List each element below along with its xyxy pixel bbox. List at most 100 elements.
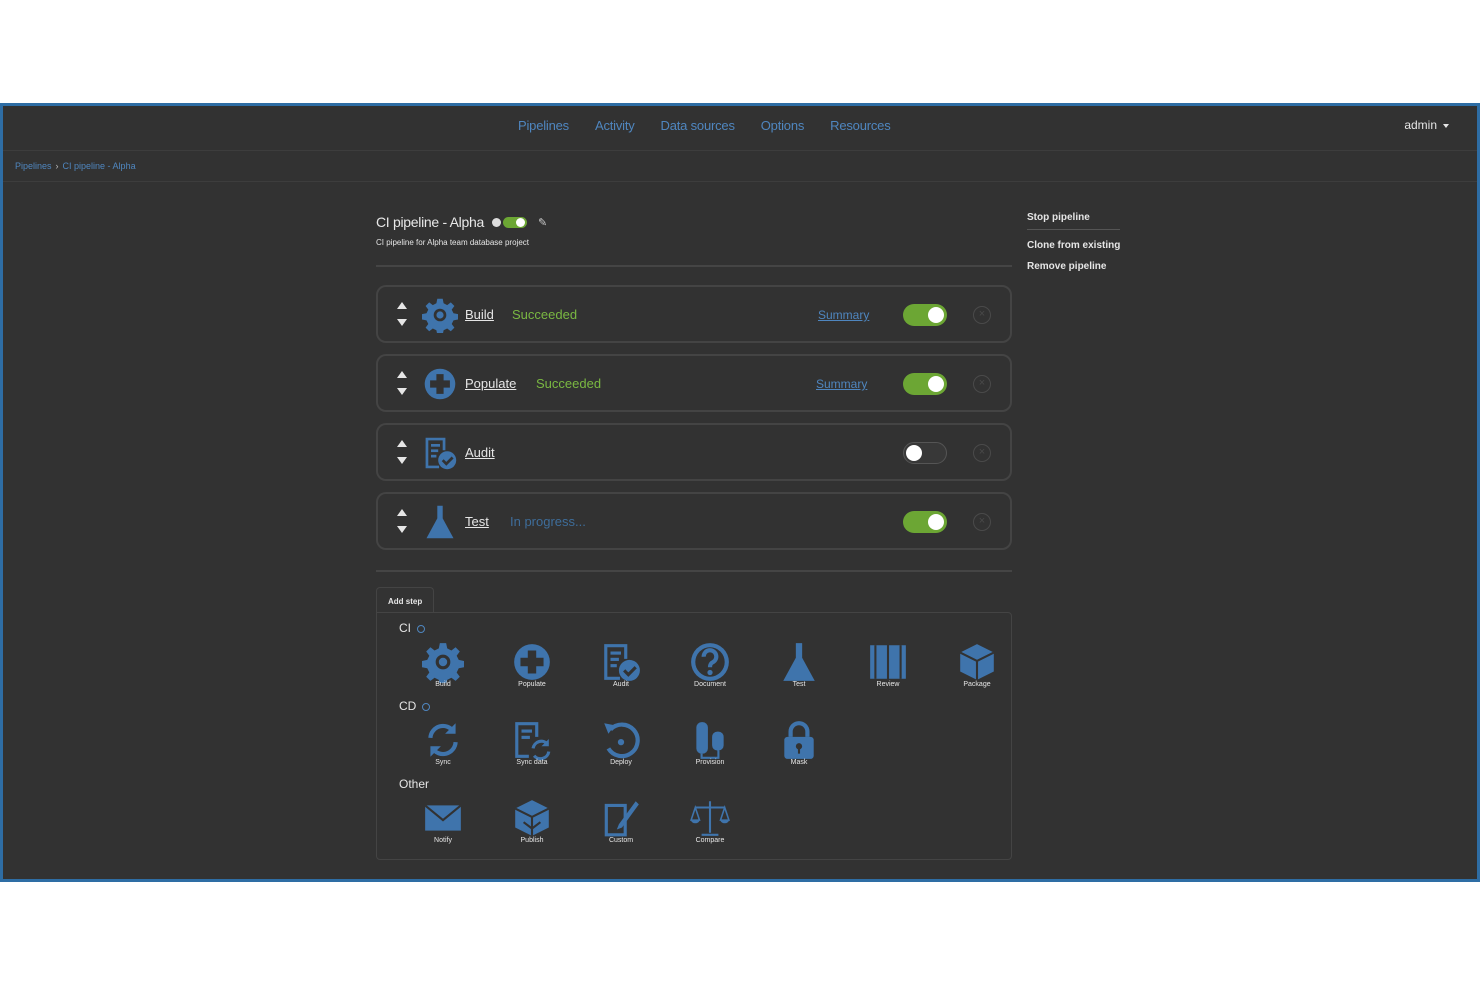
summary-link[interactable]: Summary [818, 308, 869, 322]
publish-icon [514, 800, 550, 836]
nav-pipelines[interactable]: Pipelines [518, 118, 569, 133]
group-label-ci: CI [399, 621, 425, 635]
tile-label: Sync [435, 759, 451, 766]
caret-down-icon [1443, 123, 1449, 128]
remove-step-icon[interactable]: × [973, 375, 991, 393]
clone-from-existing-link[interactable]: Clone from existing [1027, 240, 1120, 251]
palette-sync[interactable]: Sync [413, 719, 473, 766]
toggle-knob [515, 218, 525, 227]
nav-options[interactable]: Options [761, 118, 805, 133]
group-label-text: CI [399, 621, 411, 635]
nav-data-sources[interactable]: Data sources [661, 118, 735, 133]
top-navigation: Pipelines Activity Data sources Options … [3, 106, 1477, 151]
group-label-cd: CD [399, 699, 431, 713]
palette-provision[interactable]: Provision [680, 719, 740, 766]
step-build: Build Succeeded Summary × [376, 285, 1012, 343]
sort-handle-icon[interactable] [396, 439, 408, 465]
gear-icon [422, 643, 464, 683]
step-name[interactable]: Test [465, 514, 489, 529]
app-window: Pipelines Activity Data sources Options … [0, 103, 1480, 882]
toggle-knob [906, 445, 922, 461]
user-name: admin [1404, 118, 1437, 132]
book-icon [870, 645, 906, 679]
package-icon [959, 644, 995, 680]
scale-icon [690, 801, 730, 836]
remove-pipeline-link[interactable]: Remove pipeline [1027, 261, 1120, 272]
info-icon[interactable] [422, 702, 431, 711]
sort-handle-icon[interactable] [396, 370, 408, 396]
tile-label: Package [963, 681, 991, 688]
info-icon[interactable] [417, 624, 425, 633]
title-row: CI pipeline - Alpha ✎ [376, 210, 1012, 234]
step-name[interactable]: Build [465, 307, 494, 322]
gear-icon [422, 297, 458, 335]
side-actions: Stop pipeline Clone from existing Remove… [1027, 212, 1121, 282]
breadcrumb: Pipelines › CI pipeline - Alpha [3, 152, 1477, 182]
add-step-tab[interactable]: Add step [376, 587, 435, 613]
custom-icon [604, 801, 639, 837]
group-label-other: Other [399, 777, 429, 791]
palette-publish[interactable]: Publish [502, 797, 562, 844]
sort-handle-icon[interactable] [396, 508, 408, 534]
envelope-icon [424, 804, 462, 831]
palette-build[interactable]: Build [413, 641, 473, 688]
palette-sync-data[interactable]: Sync data [502, 719, 562, 766]
tile-label: Document [694, 681, 726, 688]
tile-label: Review [876, 681, 900, 688]
step-enabled-toggle[interactable] [903, 511, 947, 533]
flask-icon [783, 643, 815, 681]
summary-link[interactable]: Summary [816, 377, 867, 391]
toggle-off-dot [491, 218, 501, 227]
tile-label: Notify [434, 837, 452, 844]
palette-deploy[interactable]: Deploy [591, 719, 651, 766]
divider [376, 570, 1012, 572]
nav-links: Pipelines Activity Data sources Options … [518, 118, 891, 133]
plus-circle-icon [422, 366, 458, 402]
main-content: CI pipeline - Alpha ✎ CI pipeline for Al… [376, 210, 1012, 860]
palette-package[interactable]: Package [947, 641, 1007, 688]
sort-handle-icon[interactable] [396, 301, 408, 327]
palette-document[interactable]: Document [680, 641, 740, 688]
nav-resources[interactable]: Resources [830, 118, 891, 133]
step-test: Test In progress... × [376, 492, 1012, 550]
pencil-icon[interactable]: ✎ [538, 216, 547, 229]
stop-pipeline-link[interactable]: Stop pipeline [1027, 212, 1121, 230]
tile-label: Mask [790, 759, 808, 766]
breadcrumb-current[interactable]: CI pipeline - Alpha [63, 161, 136, 171]
pipeline-enabled-toggle[interactable] [491, 216, 527, 228]
palette-compare[interactable]: Compare [680, 797, 740, 844]
step-status: In progress... [510, 514, 586, 529]
remove-step-icon[interactable]: × [973, 306, 991, 324]
remove-step-icon[interactable]: × [973, 444, 991, 462]
tile-label: Build [435, 681, 451, 688]
step-name[interactable]: Audit [465, 445, 495, 460]
user-menu[interactable]: admin [1404, 118, 1449, 132]
audit-icon [422, 435, 458, 471]
chevron-right-icon: › [55, 161, 59, 171]
step-name[interactable]: Populate [465, 376, 516, 391]
step-populate: Populate Succeeded Summary × [376, 354, 1012, 412]
step-enabled-toggle[interactable] [903, 304, 947, 326]
flask-icon [422, 504, 458, 540]
tile-label: Audit [613, 681, 629, 688]
nav-activity[interactable]: Activity [595, 118, 635, 133]
tile-label: Deploy [610, 759, 632, 766]
palette-review[interactable]: Review [858, 641, 918, 688]
step-enabled-toggle[interactable] [903, 373, 947, 395]
palette-test[interactable]: Test [769, 641, 829, 688]
toggle-knob [928, 514, 944, 530]
palette-audit[interactable]: Audit [591, 641, 651, 688]
step-enabled-toggle[interactable] [903, 442, 947, 464]
group-label-text: CD [399, 699, 417, 713]
tile-label: Provision [695, 759, 725, 766]
remove-step-icon[interactable]: × [973, 513, 991, 531]
page-title: CI pipeline - Alpha [376, 214, 484, 230]
breadcrumb-root[interactable]: Pipelines [15, 161, 52, 171]
palette-mask[interactable]: Mask [769, 719, 829, 766]
palette-custom[interactable]: Custom [591, 797, 651, 844]
palette-notify[interactable]: Notify [413, 797, 473, 844]
palette-populate[interactable]: Populate [502, 641, 562, 688]
provision-icon [696, 722, 724, 759]
audit-icon [604, 644, 640, 681]
tile-label: Custom [608, 837, 634, 844]
